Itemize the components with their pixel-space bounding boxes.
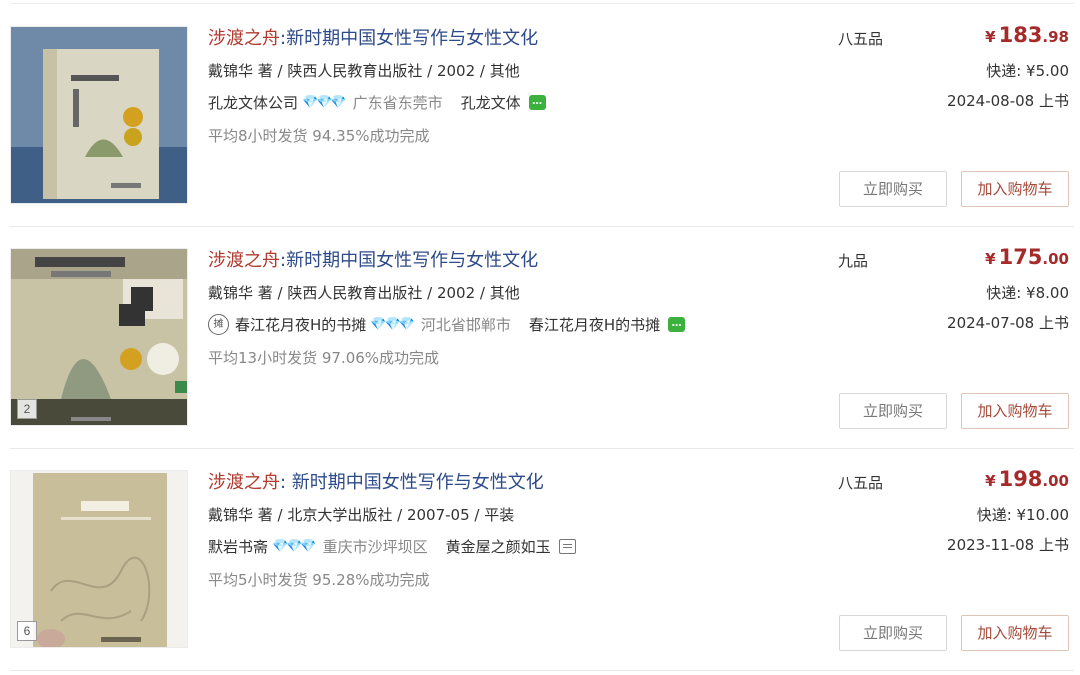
top-divider [10, 3, 1074, 4]
title-rest: :新时期中国女性写作与女性文化 [280, 28, 539, 49]
seller-name-link[interactable]: 孔龙文体 [461, 92, 521, 113]
listed-date: 2024-08-08 上书 [947, 92, 1069, 110]
currency-symbol: ¥ [985, 28, 996, 46]
title-rest: : 新时期中国女性写作与女性文化 [280, 472, 544, 493]
diamond-rating-icon: 💎💎💎 [370, 317, 415, 332]
diamond-rating-icon: 💎💎💎 [272, 539, 317, 554]
chat-green-icon[interactable]: … [528, 95, 546, 110]
title-keyword: 涉渡之舟 [208, 250, 280, 271]
shop-region: 广东省东莞市 [352, 94, 443, 112]
chat-outline-icon[interactable] [558, 539, 576, 554]
listing-item: 2 涉渡之舟:新时期中国女性写作与女性文化 戴锦华 著 / 陕西人民教育出版社 … [0, 227, 1080, 449]
title-keyword: 涉渡之舟 [208, 28, 280, 49]
price: ¥175.00 [985, 245, 1069, 269]
shop-region: 重庆市沙坪坝区 [322, 538, 428, 556]
price-integer: 175 [998, 245, 1043, 269]
book-title-link[interactable]: 涉渡之舟:新时期中国女性写作与女性文化 [208, 24, 538, 50]
buy-now-button[interactable]: 立即购买 [839, 393, 947, 429]
currency-symbol: ¥ [985, 472, 996, 490]
price-decimal: .98 [1042, 28, 1069, 46]
shop-stats: 平均13小时发货 97.06%成功完成 [208, 349, 440, 367]
shipping-fee: 快递: ¥8.00 [986, 284, 1069, 302]
listed-date: 2024-07-08 上书 [947, 314, 1069, 332]
add-to-cart-button[interactable]: 加入购物车 [961, 615, 1069, 651]
shop-name-link[interactable]: 孔龙文体公司 [208, 92, 298, 113]
price: ¥183.98 [985, 23, 1069, 47]
price: ¥198.00 [985, 467, 1069, 491]
price-decimal: .00 [1042, 250, 1069, 268]
price-integer: 183 [998, 23, 1043, 47]
condition-grade: 九品 [838, 252, 869, 270]
book-cover-image[interactable] [10, 26, 188, 204]
book-meta: 戴锦华 著 / 陕西人民教育出版社 / 2002 / 其他 [208, 284, 520, 302]
listed-date: 2023-11-08 上书 [947, 536, 1069, 554]
item-divider [10, 670, 1074, 671]
book-cover-image[interactable]: 2 [10, 248, 188, 426]
shop-stats: 平均8小时发货 94.35%成功完成 [208, 127, 430, 145]
shop-name-link[interactable]: 春江花月夜H的书摊 [235, 314, 366, 335]
book-title-link[interactable]: 涉渡之舟:新时期中国女性写作与女性文化 [208, 246, 538, 272]
book-meta: 戴锦华 著 / 陕西人民教育出版社 / 2002 / 其他 [208, 62, 520, 80]
book-meta: 戴锦华 著 / 北京大学出版社 / 2007-05 / 平装 [208, 506, 515, 524]
condition-grade: 八五品 [838, 30, 884, 48]
shipping-fee: 快递: ¥10.00 [976, 506, 1069, 524]
listing-item: 6 涉渡之舟: 新时期中国女性写作与女性文化 戴锦华 著 / 北京大学出版社 /… [0, 449, 1080, 671]
price-integer: 198 [998, 467, 1043, 491]
seller-name-link[interactable]: 黄金屋之颜如玉 [446, 536, 551, 557]
currency-symbol: ¥ [985, 250, 996, 268]
add-to-cart-button[interactable]: 加入购物车 [961, 393, 1069, 429]
shop-info: 摊 春江花月夜H的书摊 💎💎💎 河北省邯郸市 春江花月夜H的书摊 … [208, 314, 686, 335]
image-count-badge: 2 [17, 399, 37, 419]
price-decimal: .00 [1042, 472, 1069, 490]
shop-name-link[interactable]: 默岩书斋 [208, 536, 268, 557]
diamond-rating-icon: 💎💎💎 [302, 95, 347, 110]
listing-item: 涉渡之舟:新时期中国女性写作与女性文化 戴锦华 著 / 陕西人民教育出版社 / … [0, 5, 1080, 227]
shop-region: 河北省邯郸市 [420, 316, 511, 334]
shop-info: 孔龙文体公司 💎💎💎 广东省东莞市 孔龙文体 … [208, 92, 546, 113]
buy-now-button[interactable]: 立即购买 [839, 171, 947, 207]
book-cover-image[interactable]: 6 [10, 470, 188, 648]
add-to-cart-button[interactable]: 加入购物车 [961, 171, 1069, 207]
title-rest: :新时期中国女性写作与女性文化 [280, 250, 539, 271]
buy-now-button[interactable]: 立即购买 [839, 615, 947, 651]
book-title-link[interactable]: 涉渡之舟: 新时期中国女性写作与女性文化 [208, 468, 544, 494]
shop-info: 默岩书斋 💎💎💎 重庆市沙坪坝区 黄金屋之颜如玉 [208, 536, 576, 557]
stall-badge-icon: 摊 [208, 314, 229, 335]
shipping-fee: 快递: ¥5.00 [986, 62, 1069, 80]
title-keyword: 涉渡之舟 [208, 472, 280, 493]
image-count-badge: 6 [17, 621, 37, 641]
chat-green-icon[interactable]: … [668, 317, 686, 332]
seller-name-link[interactable]: 春江花月夜H的书摊 [529, 314, 660, 335]
shop-stats: 平均5小时发货 95.28%成功完成 [208, 571, 430, 589]
condition-grade: 八五品 [838, 474, 884, 492]
